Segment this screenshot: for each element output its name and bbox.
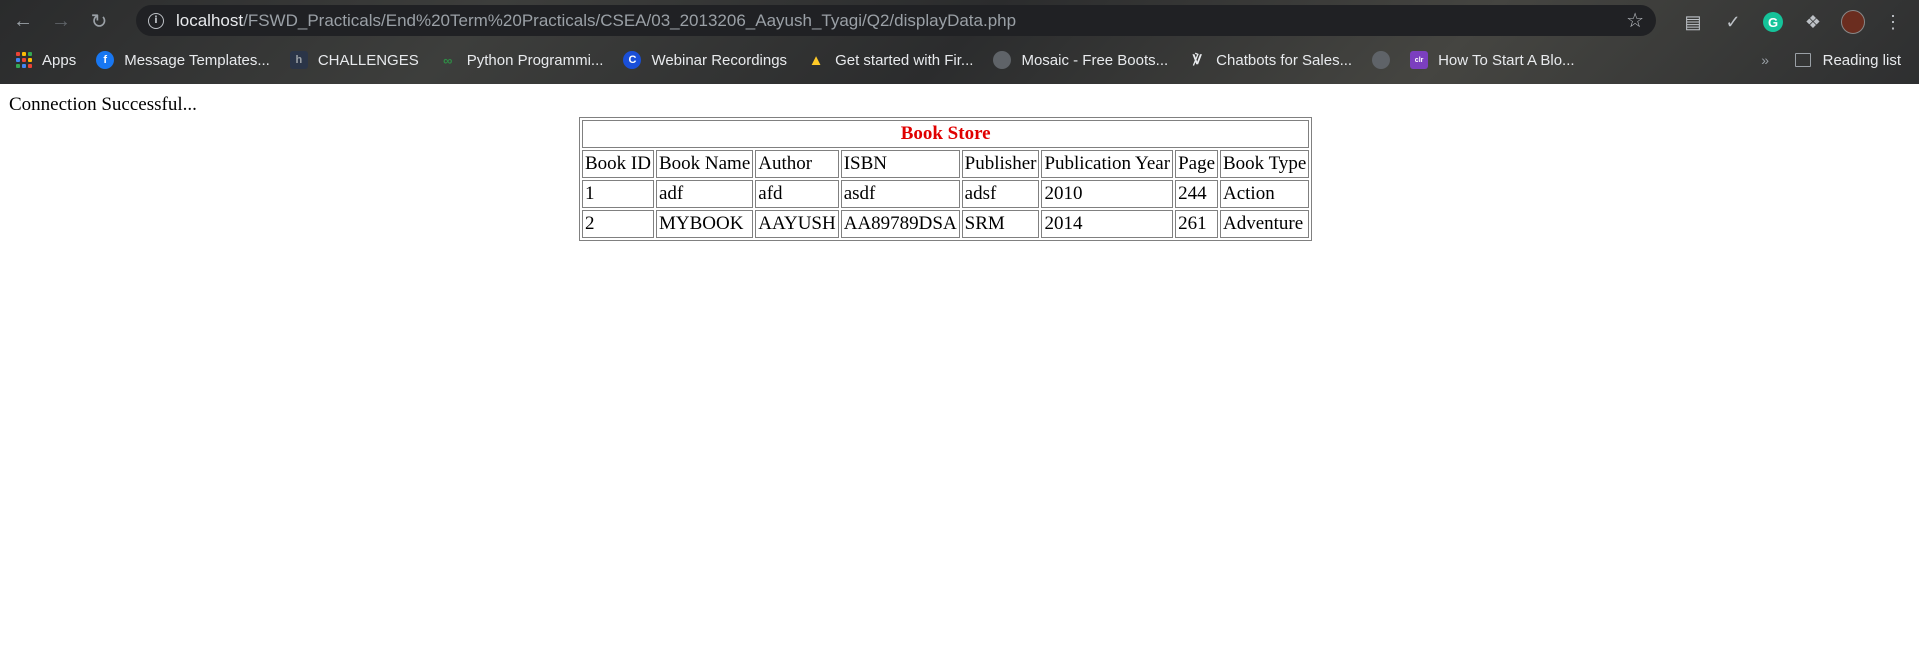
table-row: 1 adf afd asdf adsf 2010 244 Action [582,180,1310,208]
table-cell: Adventure [1220,210,1310,238]
table-cell: adsf [961,180,1040,208]
table-cell: adf [655,180,754,208]
clipboard-extension-icon[interactable]: ▤ [1680,9,1706,35]
bookmark-label: Message Templates... [124,51,270,69]
column-header: Book Name [655,150,754,178]
hackerrank-icon: h [289,51,308,69]
reading-list-label: Reading list [1822,51,1901,69]
grammarly-icon[interactable]: G [1760,9,1786,35]
column-header: Book ID [582,150,654,178]
bookmark-message-templates[interactable]: f Message Templates... [96,51,270,69]
globe-icon [1372,51,1391,69]
globe-icon [993,51,1012,69]
bookmark-label: Apps [42,51,77,69]
table-cell: 2014 [1041,210,1174,238]
bookmark-globe[interactable] [1372,51,1391,69]
table-row: 2 MYBOOK AAYUSH AA89789DSA SRM 2014 261 … [582,210,1310,238]
bookmark-chatbots[interactable]: ℣ Chatbots for Sales... [1188,51,1352,69]
bookmark-label: Mosaic - Free Boots... [1021,51,1169,69]
bookmark-challenges[interactable]: h CHALLENGES [289,51,419,69]
address-bar[interactable]: i localhost/FSWD_Practicals/End%20Term%2… [136,5,1656,36]
browser-chrome: ← → ↻ i localhost/FSWD_Practicals/End%20… [0,0,1919,84]
column-header: Publisher [961,150,1040,178]
menu-kebab-icon[interactable]: ⋮ [1880,9,1906,35]
table-cell: 261 [1175,210,1218,238]
connection-status: Connection Successful... [9,94,197,115]
forward-arrow-icon[interactable]: → [46,6,76,36]
back-arrow-icon[interactable]: ← [8,6,38,36]
table-title-row: Book Store [582,120,1310,148]
puzzle-extensions-icon[interactable]: ❖ [1800,9,1826,35]
bookmark-label: Get started with Fir... [835,51,974,69]
reading-list-button[interactable]: Reading list [1794,42,1901,78]
column-header: Publication Year [1041,150,1174,178]
geeksforgeeks-icon: ∞ [443,52,453,68]
extensions-area: ▤ ✓ G ❖ ⋮ [1680,9,1906,35]
url-host: localhost [176,10,244,30]
bookmark-label: CHALLENGES [317,51,419,69]
bookmark-firebase[interactable]: ▲ Get started with Fir... [807,51,974,69]
bookmark-star-icon[interactable]: ☆ [1626,8,1644,33]
bookmark-label: Chatbots for Sales... [1216,51,1353,69]
more-bookmarks-chevron-icon[interactable]: » [1761,52,1769,68]
bookmark-apps[interactable]: Apps [16,52,76,69]
bookmark-python-programming[interactable]: ∞ Python Programmi... [439,51,604,69]
url-path: /FSWD_Practicals/End%20Term%20Practicals… [243,10,1017,30]
table-cell: 244 [1175,180,1218,208]
book-store-table: Book Store Book ID Book Name Author ISBN… [579,117,1313,241]
column-header: Author [755,150,839,178]
table-cell: AA89789DSA [840,210,960,238]
table-cell: 2 [582,210,654,238]
table-cell: 2010 [1041,180,1174,208]
table-cell: afd [755,180,839,208]
browser-toolbar: ← → ↻ i localhost/FSWD_Practicals/End%20… [0,0,1919,42]
table-cell: asdf [840,180,960,208]
table-cell: 1 [582,180,654,208]
bookmark-label: How To Start A Blo... [1438,51,1575,69]
column-header: Page [1175,150,1218,178]
bookmark-start-blog[interactable]: clr How To Start A Blo... [1410,51,1575,69]
bookmark-label: Webinar Recordings [651,51,788,69]
apps-grid-icon [16,52,32,68]
table-cell: SRM [961,210,1040,238]
url-text[interactable]: localhost/FSWD_Practicals/End%20Term%20P… [176,11,1016,31]
reading-list-icon [1794,53,1811,67]
table-cell: AAYUSH [755,210,839,238]
chatbot-icon: ℣ [1192,52,1202,67]
checkmark-extension-icon[interactable]: ✓ [1720,9,1746,35]
facebook-icon: f [96,51,115,69]
bookmark-webinar-recordings[interactable]: C Webinar Recordings [623,51,787,69]
c-logo-icon: C [623,51,642,69]
table-header-row: Book ID Book Name Author ISBN Publisher … [582,150,1310,178]
bookmark-label: Python Programmi... [466,51,604,69]
table-cell: MYBOOK [655,210,754,238]
profile-avatar[interactable] [1840,9,1866,35]
column-header: Book Type [1220,150,1310,178]
colorlib-icon: clr [1410,51,1429,69]
bookmarks-bar: Apps f Message Templates... h CHALLENGES… [0,42,1919,78]
table-title: Book Store [582,120,1310,148]
table-cell: Action [1220,180,1310,208]
bookmark-mosaic[interactable]: Mosaic - Free Boots... [993,51,1168,69]
site-info-icon[interactable]: i [148,12,164,29]
reload-icon[interactable]: ↻ [84,6,114,36]
column-header: ISBN [840,150,960,178]
firebase-icon: ▲ [808,51,824,69]
